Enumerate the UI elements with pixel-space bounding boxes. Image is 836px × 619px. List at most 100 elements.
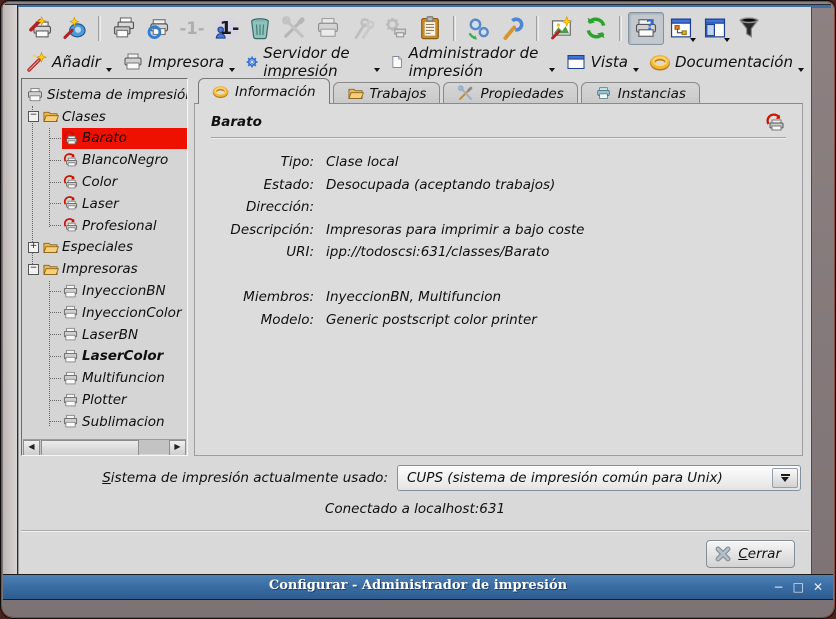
window-titlebar[interactable]: Configurar - Administrador de impresión … <box>3 574 833 600</box>
refresh-button[interactable] <box>579 13 613 44</box>
maximize-button[interactable]: □ <box>793 581 804 593</box>
wizard-image-button[interactable] <box>545 13 579 44</box>
tree-item[interactable]: Impresoras <box>42 258 187 280</box>
tree-row[interactable]: LaserBN <box>22 324 187 346</box>
tree-item[interactable]: InyeccionBN <box>62 280 187 302</box>
trash-button[interactable] <box>243 13 277 44</box>
tree-item-label: Sublimacion <box>79 414 168 430</box>
field-label: Estado: <box>211 174 323 197</box>
window-left-border <box>3 5 18 574</box>
tree-item[interactable]: Multifuncion <box>62 367 187 389</box>
menu-item-servidor-de-impresi-n[interactable]: Servidor de impresión <box>242 49 387 75</box>
tree-item-label: InyeccionColor <box>79 305 185 321</box>
close-dialog-button[interactable]: Cerrar <box>706 540 795 568</box>
expand-expander-icon[interactable]: + <box>28 242 39 253</box>
scroll-right-arrow-icon[interactable]: ▶ <box>169 440 186 456</box>
tree-branch-line <box>50 291 61 292</box>
tree-row[interactable]: Sistema de impresión <box>22 84 187 106</box>
tree-item[interactable]: LaserColor <box>62 346 187 368</box>
tree-row[interactable]: Multifuncion <box>22 367 187 389</box>
refresh-printer-button[interactable] <box>764 112 786 134</box>
copy-printer-button[interactable] <box>107 13 141 44</box>
user-default-button[interactable]: 1- <box>209 13 243 44</box>
tree-row[interactable]: −Clases <box>22 106 187 128</box>
wrench-pair-button[interactable] <box>345 13 379 44</box>
filter-funnel-button[interactable] <box>732 13 766 44</box>
dropdown-caret-icon <box>106 68 112 72</box>
tree-item[interactable]: Sublimacion <box>62 411 187 433</box>
tree-item[interactable]: Color <box>62 171 187 193</box>
crossed-tools-button[interactable] <box>277 13 311 44</box>
tab-informaci-n[interactable]: Información <box>198 78 330 104</box>
field-value: ipp://todoscsi:631/classes/Barato <box>323 241 786 264</box>
collapse-expander-icon[interactable]: − <box>28 111 39 122</box>
tree-row[interactable]: InyeccionBN <box>22 280 187 302</box>
menu-item-a-adir[interactable]: Añadir <box>23 49 119 75</box>
tree-branch-line <box>50 378 61 379</box>
gear-printer-button[interactable] <box>379 13 413 44</box>
collapse-expander-icon[interactable]: − <box>28 264 39 275</box>
toolbar-separator <box>619 16 622 41</box>
combo-dropdown-button[interactable] <box>772 468 798 488</box>
scroll-left-arrow-icon[interactable]: ◀ <box>23 440 40 456</box>
configure-wrench-button[interactable] <box>496 13 530 44</box>
tree-row[interactable]: Plotter <box>22 389 187 411</box>
printer-search-button[interactable] <box>141 13 175 44</box>
tree-item-label: Impresoras <box>59 261 141 277</box>
svg-text:?: ? <box>646 18 654 34</box>
printer-question-button[interactable]: ? <box>628 12 664 45</box>
close-button[interactable]: ✕ <box>813 581 823 593</box>
tree-branch-line <box>50 312 61 313</box>
gears-refresh-button[interactable] <box>462 13 496 44</box>
tree-row[interactable]: Barato <box>22 128 187 150</box>
printer-class-icon <box>62 217 79 234</box>
tree-item[interactable]: BlancoNegro <box>62 149 187 171</box>
minimize-button[interactable]: − <box>774 581 784 593</box>
tab-instancias[interactable]: Instancias <box>581 82 700 104</box>
add-printer-wizard-button[interactable] <box>24 13 58 44</box>
menu-item-label: Servidor de impresión <box>263 44 369 80</box>
printer-class-icon <box>764 112 786 134</box>
tree-row[interactable]: +Especiales <box>22 237 187 259</box>
tree-row[interactable]: − Impresoras <box>22 258 187 280</box>
tree-row[interactable]: Laser <box>22 193 187 215</box>
window-frame: -1-1-? AñadirImpresoraServidor de impres… <box>0 0 836 619</box>
tree-item-selected[interactable]: Barato <box>62 128 187 150</box>
tree-item[interactable]: Profesional <box>62 215 187 237</box>
printsystem-select[interactable]: CUPS (sistema de impresión común para Un… <box>397 465 801 491</box>
tree-item[interactable]: Laser <box>62 193 187 215</box>
add-special-printer-button[interactable] <box>58 13 92 44</box>
window-title: Configurar - Administrador de impresión <box>3 578 833 593</box>
tree-branch-line <box>50 356 61 357</box>
gold-ring-icon <box>212 83 229 100</box>
trash-icon <box>247 15 273 41</box>
tab-trabajos[interactable]: Trabajos <box>333 82 441 104</box>
tree-row[interactable]: BlancoNegro <box>22 149 187 171</box>
tree-row[interactable]: InyeccionColor <box>22 302 187 324</box>
tree-item[interactable]: Clases <box>42 106 187 128</box>
minus-one-button[interactable]: -1- <box>175 13 209 44</box>
tree-row[interactable]: Profesional <box>22 215 187 237</box>
printer-question-icon: ? <box>633 15 659 41</box>
tree-row[interactable]: Color <box>22 171 187 193</box>
scrollbar-thumb[interactable] <box>41 440 139 456</box>
view-tree-button[interactable] <box>664 13 698 44</box>
wrench-pair-icon <box>349 15 375 41</box>
menu-item-impresora[interactable]: Impresora <box>119 49 242 75</box>
tree-horizontal-scrollbar[interactable]: ◀ ▶ <box>23 439 186 454</box>
tree-item[interactable]: InyeccionColor <box>62 302 187 324</box>
view-columns-button[interactable] <box>698 13 732 44</box>
menu-item-administrador-de-impresi-n[interactable]: Administrador de impresión <box>387 49 561 75</box>
tree-item[interactable]: LaserBN <box>62 324 187 346</box>
tree-row[interactable]: LaserColor <box>22 346 187 368</box>
tab-propiedades[interactable]: Propiedades <box>443 82 577 104</box>
tree-item[interactable]: Especiales <box>42 237 187 259</box>
clipboard-button[interactable] <box>413 13 447 44</box>
menu-item-documentaci-n[interactable]: Documentación <box>646 49 811 75</box>
menu-item-vista[interactable]: Vista <box>562 49 646 75</box>
printer-button[interactable] <box>311 13 345 44</box>
dropdown-caret-icon <box>229 68 235 72</box>
tree-item[interactable]: Plotter <box>62 389 187 411</box>
tree-item[interactable]: Sistema de impresión <box>26 84 188 106</box>
tree-row[interactable]: Sublimacion <box>22 411 187 433</box>
